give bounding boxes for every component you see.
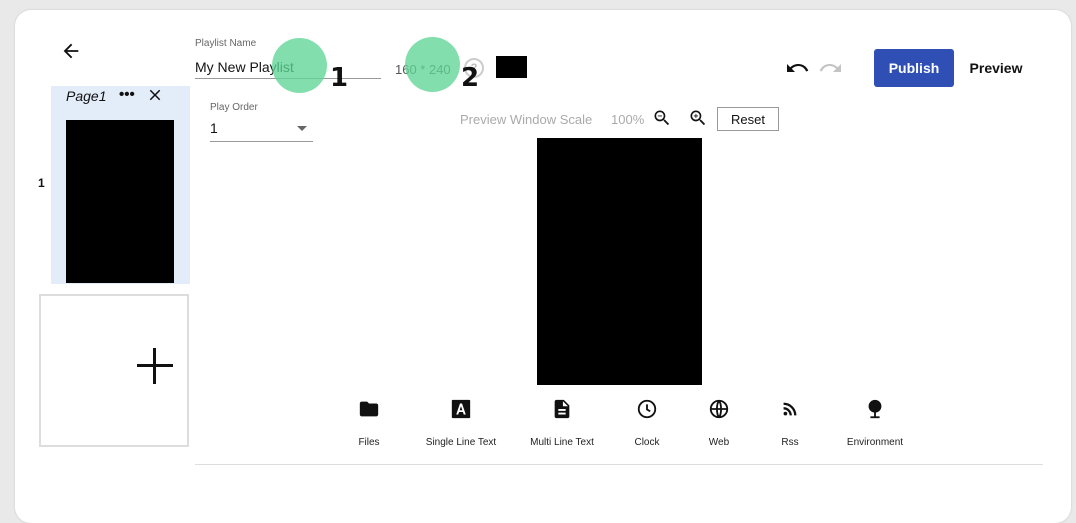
redo-icon[interactable] bbox=[818, 58, 844, 78]
plus-icon bbox=[135, 346, 175, 386]
annotation-marker-2 bbox=[405, 37, 460, 92]
page-thumbnail[interactable] bbox=[66, 120, 174, 283]
play-order-select[interactable]: 1 bbox=[210, 118, 313, 142]
undo-icon[interactable] bbox=[784, 58, 810, 78]
text-a-icon bbox=[451, 399, 471, 419]
zoom-out-icon[interactable] bbox=[652, 108, 672, 128]
background-color-swatch[interactable] bbox=[496, 56, 527, 78]
page-title: Page1 bbox=[66, 88, 107, 104]
widget-single-line-text[interactable]: Single Line Text bbox=[416, 398, 506, 448]
widget-label: Rss bbox=[781, 437, 799, 448]
scale-label: Preview Window Scale bbox=[460, 112, 593, 127]
widget-multi-line-text[interactable]: Multi Line Text bbox=[517, 398, 607, 448]
widget-label: Multi Line Text bbox=[530, 437, 594, 448]
chevron-down-icon bbox=[297, 126, 307, 131]
preview-button[interactable]: Preview bbox=[962, 49, 1030, 87]
widget-label: Environment bbox=[846, 437, 904, 448]
page-number: 1 bbox=[38, 176, 45, 190]
playlist-name-label: Playlist Name bbox=[195, 38, 257, 49]
more-dots-icon[interactable]: ••• bbox=[119, 86, 135, 103]
clock-icon bbox=[637, 399, 657, 419]
widget-environment[interactable]: Environment bbox=[830, 398, 920, 448]
widget-label: Files bbox=[358, 437, 380, 448]
divider bbox=[195, 464, 1043, 465]
widget-files[interactable]: Files bbox=[324, 398, 414, 448]
preview-canvas[interactable] bbox=[537, 138, 702, 385]
annotation-number-1: 1 bbox=[330, 63, 349, 93]
publish-button[interactable]: Publish bbox=[874, 49, 954, 87]
document-icon bbox=[554, 399, 570, 419]
globe-icon bbox=[709, 399, 729, 419]
scale-value: 100% bbox=[611, 112, 645, 127]
rss-icon bbox=[783, 402, 797, 416]
play-order-label: Play Order bbox=[210, 102, 258, 113]
tree-icon bbox=[868, 399, 882, 419]
add-page-button[interactable] bbox=[39, 294, 189, 447]
annotation-number-2: 2 bbox=[461, 63, 480, 93]
annotation-marker-1 bbox=[272, 38, 327, 93]
zoom-in-icon[interactable] bbox=[688, 108, 708, 128]
folder-icon bbox=[359, 401, 379, 417]
play-order-value: 1 bbox=[210, 120, 218, 136]
arrow-left-icon[interactable] bbox=[60, 40, 86, 66]
reset-button[interactable]: Reset bbox=[717, 107, 779, 131]
widget-rss[interactable]: Rss bbox=[745, 398, 835, 448]
close-icon[interactable] bbox=[146, 86, 164, 108]
widget-label: Single Line Text bbox=[425, 437, 497, 448]
